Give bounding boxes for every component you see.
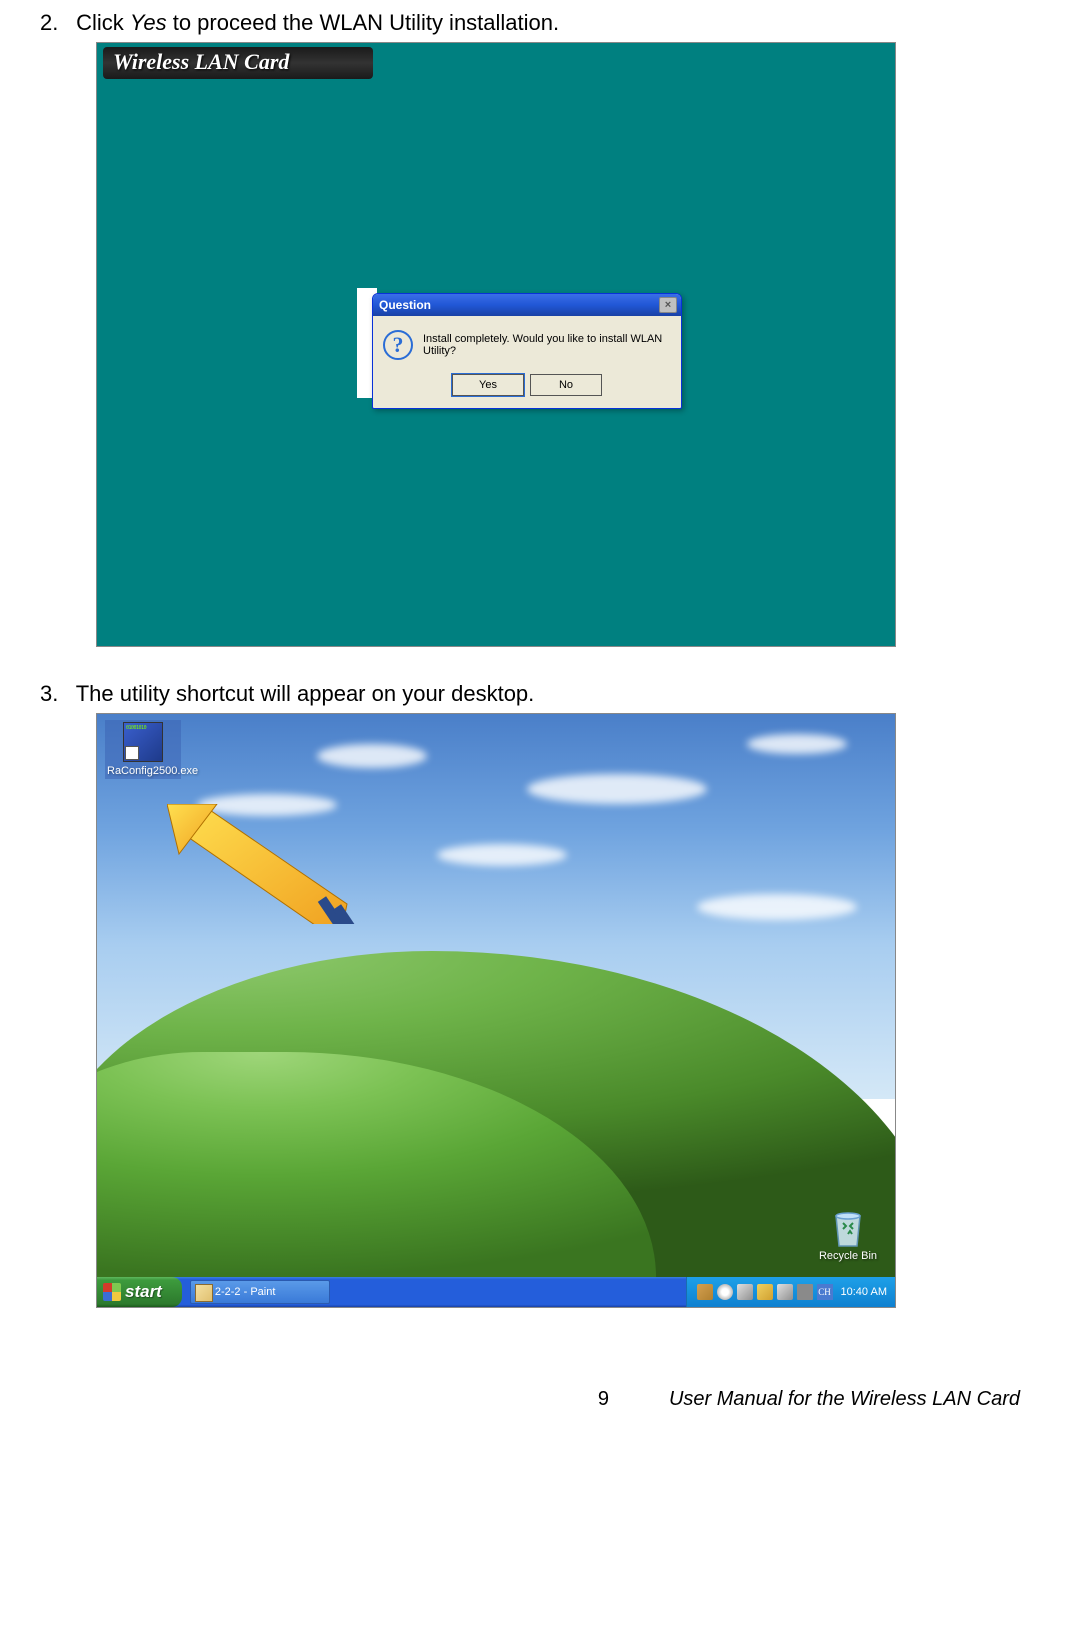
step-2-suffix: to proceed the WLAN Utility installation… [167, 10, 560, 35]
no-button[interactable]: No [530, 374, 602, 396]
step-3-instruction: 3. The utility shortcut will appear on y… [40, 681, 1030, 707]
recycle-bin-icon [830, 1208, 866, 1248]
step-2-yes-word: Yes [130, 10, 167, 35]
taskbar-item-paint[interactable]: 2-2-2 - Paint [190, 1280, 330, 1304]
language-icon[interactable]: CH [817, 1284, 833, 1300]
close-icon[interactable]: × [659, 297, 677, 313]
step-3-number: 3. [40, 681, 70, 707]
question-dialog: Question × Install completely. Would you… [372, 293, 682, 409]
tray-icon-4[interactable] [777, 1284, 793, 1300]
yes-button[interactable]: Yes [452, 374, 524, 396]
raconfig-icon [123, 722, 163, 762]
step-2-instruction: 2. Click Yes to proceed the WLAN Utility… [40, 10, 1030, 36]
show-desktop-icon[interactable] [697, 1284, 713, 1300]
start-button[interactable]: start [97, 1277, 182, 1307]
dialog-titlebar: Question × [373, 294, 681, 316]
step-3-text: The utility shortcut will appear on your… [76, 681, 535, 706]
desktop-screenshot: RaConfig2500.exe [96, 713, 896, 1308]
page-footer: 9 User Manual for the Wireless LAN Card [40, 1388, 1030, 1411]
start-label: start [125, 1282, 162, 1302]
step-2-prefix: Click [76, 10, 130, 35]
taskbar: start 2-2-2 - Paint CH 10:40 AM [97, 1277, 895, 1307]
system-tray: CH 10:40 AM [686, 1277, 895, 1307]
recycle-bin-label: Recycle Bin [813, 1250, 883, 1262]
tray-icon-3[interactable] [757, 1284, 773, 1300]
tray-icon-1[interactable] [717, 1284, 733, 1300]
taskbar-item-label: 2-2-2 - Paint [215, 1286, 276, 1298]
raconfig-shortcut[interactable]: RaConfig2500.exe [105, 720, 181, 779]
installer-screenshot: Wireless LAN Card Question × Install com… [96, 42, 896, 647]
tray-icon-2[interactable] [737, 1284, 753, 1300]
installer-banner: Wireless LAN Card [103, 47, 373, 79]
volume-icon[interactable] [797, 1284, 813, 1300]
page-number: 9 [598, 1388, 609, 1411]
dialog-message: Install completely. Would you like to in… [423, 333, 671, 357]
recycle-bin[interactable]: Recycle Bin [813, 1208, 883, 1262]
dialog-body: Install completely. Would you like to in… [373, 316, 681, 408]
step-2-number: 2. [40, 10, 70, 36]
footer-title: User Manual for the Wireless LAN Card [669, 1388, 1020, 1411]
clock[interactable]: 10:40 AM [841, 1286, 887, 1298]
raconfig-label: RaConfig2500.exe [107, 765, 179, 777]
question-icon [383, 330, 413, 360]
dialog-title-text: Question [379, 298, 431, 312]
